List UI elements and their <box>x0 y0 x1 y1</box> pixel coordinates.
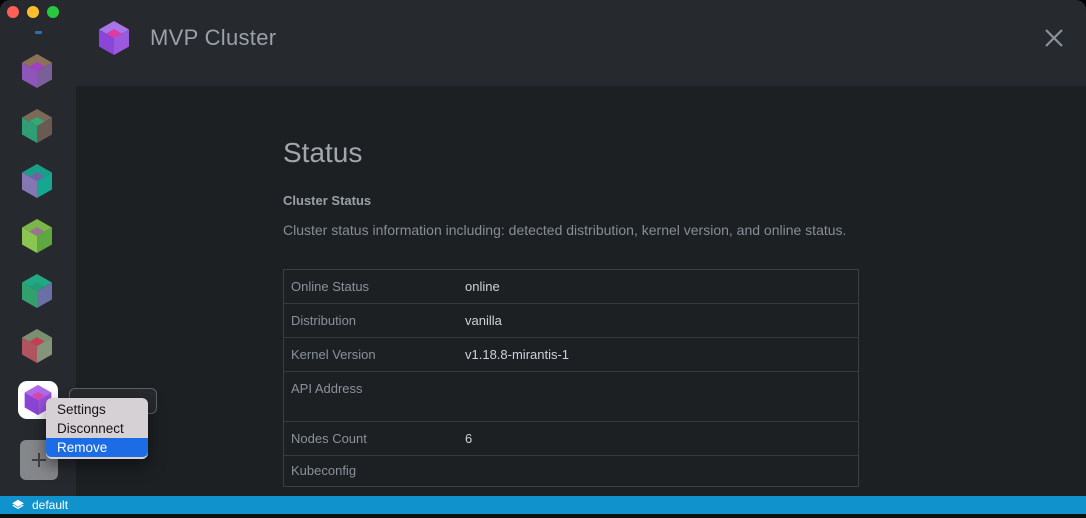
status-bar: default <box>0 496 1086 514</box>
sidebar-cluster-2[interactable] <box>19 108 55 144</box>
cluster-status-description: Cluster status information including: de… <box>283 221 859 240</box>
cluster-status-table: Online Status online Distribution vanill… <box>283 269 859 487</box>
sidebar-cluster-1[interactable] <box>19 53 55 89</box>
cluster-logo-icon <box>96 20 132 58</box>
status-heading: Status <box>283 139 859 167</box>
zoom-window-button[interactable] <box>47 6 59 18</box>
sidebar-cluster-3[interactable] <box>19 163 55 199</box>
cluster-status-section-title: Cluster Status <box>283 193 859 208</box>
page-title: MVP Cluster <box>150 25 276 51</box>
table-row-kubeconfig: Kubeconfig <box>284 455 858 486</box>
table-row-distribution: Distribution vanilla <box>284 303 858 337</box>
table-row-api-address: API Address <box>284 371 858 421</box>
active-cluster-indicator <box>35 31 42 34</box>
menu-item-remove[interactable]: Remove <box>46 438 148 457</box>
table-row-kernel-version: Kernel Version v1.18.8-mirantis-1 <box>284 337 858 371</box>
window-controls <box>7 6 59 18</box>
namespace-selector[interactable]: default <box>32 498 68 512</box>
close-icon[interactable] <box>1042 26 1066 50</box>
row-label: Distribution <box>284 313 465 328</box>
table-row-online-status: Online Status online <box>284 270 858 303</box>
row-label: Nodes Count <box>284 431 465 446</box>
sidebar-cluster-6[interactable] <box>19 328 55 364</box>
window-bottom-edge <box>0 514 1086 518</box>
row-label: Kernel Version <box>284 347 465 362</box>
row-label: Online Status <box>284 279 465 294</box>
row-label: Kubeconfig <box>284 463 465 478</box>
minimize-window-button[interactable] <box>27 6 39 18</box>
row-label: API Address <box>284 372 465 396</box>
row-value: vanilla <box>465 313 502 328</box>
layers-icon <box>11 498 25 512</box>
app-window: MVP Cluster <box>0 0 1086 518</box>
row-value: online <box>465 279 500 294</box>
sidebar-cluster-4[interactable] <box>19 218 55 254</box>
cluster-settings-panel: Status Cluster Status Cluster status inf… <box>76 86 1086 496</box>
menu-item-disconnect[interactable]: Disconnect <box>46 419 148 438</box>
table-row-nodes-count: Nodes Count 6 <box>284 421 858 455</box>
sidebar-cluster-5[interactable] <box>19 273 55 309</box>
row-value: v1.18.8-mirantis-1 <box>465 347 569 362</box>
row-value: 6 <box>465 431 472 446</box>
close-window-button[interactable] <box>7 6 19 18</box>
menu-item-settings[interactable]: Settings <box>46 400 148 419</box>
cluster-context-menu: Settings Disconnect Remove <box>46 398 148 459</box>
